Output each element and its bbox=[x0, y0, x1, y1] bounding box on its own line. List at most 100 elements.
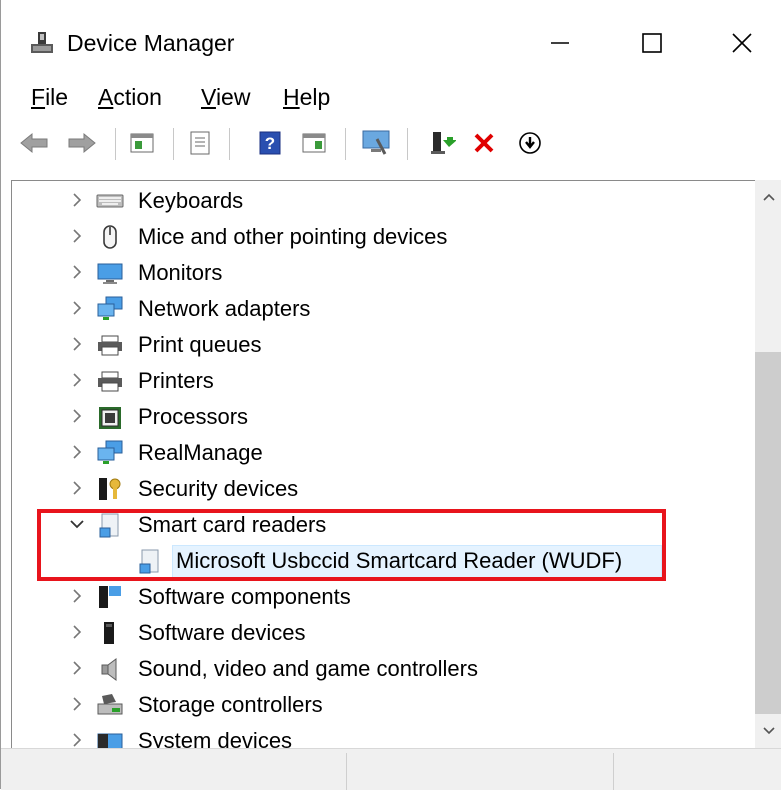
scroll-up-button[interactable] bbox=[755, 180, 781, 214]
title-bar[interactable]: Device Manager bbox=[1, 0, 781, 82]
forward-arrow-icon bbox=[68, 132, 96, 154]
uninstall-icon bbox=[474, 133, 494, 153]
svg-text:?: ? bbox=[265, 134, 275, 153]
chevron-right-icon[interactable] bbox=[66, 333, 88, 355]
maximize-button[interactable] bbox=[628, 22, 676, 64]
scroll-down-button[interactable] bbox=[755, 714, 781, 748]
security-key-icon bbox=[96, 476, 124, 502]
tree-category-item[interactable]: System devices bbox=[12, 723, 756, 749]
tree-category-item[interactable]: Sound, video and game controllers bbox=[12, 651, 756, 687]
system-devices-icon bbox=[96, 728, 124, 749]
help-button[interactable]: ? bbox=[253, 126, 287, 160]
menu-view-label: iew bbox=[215, 84, 251, 110]
chevron-right-icon[interactable] bbox=[66, 189, 88, 211]
tree-category-item[interactable]: Keyboards bbox=[12, 183, 756, 219]
disable-device-button[interactable] bbox=[513, 126, 547, 160]
network-adapter-icon bbox=[96, 440, 124, 466]
tree-item-label: Keyboards bbox=[138, 188, 244, 213]
chevron-up-icon bbox=[762, 193, 775, 201]
chevron-right-icon[interactable] bbox=[66, 369, 88, 391]
tree-item-label: Mice and other pointing devices bbox=[138, 224, 448, 249]
scan-hardware-button[interactable] bbox=[359, 126, 393, 160]
tree-item-label: RealManage bbox=[138, 440, 263, 465]
forward-button[interactable] bbox=[65, 126, 99, 160]
tree-item-label: Printers bbox=[138, 368, 214, 393]
minimize-button[interactable] bbox=[536, 22, 584, 64]
chevron-right-icon[interactable] bbox=[66, 225, 88, 247]
tree-category-item[interactable]: RealManage bbox=[12, 435, 756, 471]
toolbar-separator bbox=[115, 128, 116, 160]
update-driver-icon bbox=[431, 132, 456, 154]
status-bar bbox=[1, 748, 781, 790]
chevron-down-icon bbox=[762, 727, 775, 735]
tree-category-item[interactable]: Printers bbox=[12, 363, 756, 399]
menu-view-mnemonic: V bbox=[201, 84, 216, 110]
processor-icon bbox=[96, 404, 124, 430]
chevron-right-icon[interactable] bbox=[66, 441, 88, 463]
tree-category-item[interactable]: Processors bbox=[12, 399, 756, 435]
menu-view[interactable]: View bbox=[201, 84, 250, 111]
chevron-right-icon[interactable] bbox=[66, 585, 88, 607]
action-pane-button[interactable] bbox=[297, 126, 331, 160]
close-button[interactable] bbox=[718, 22, 766, 64]
device-manager-icon bbox=[29, 30, 55, 56]
toolbar-separator bbox=[345, 128, 346, 160]
software-component-icon bbox=[96, 584, 124, 610]
uninstall-button[interactable] bbox=[467, 126, 501, 160]
chevron-right-icon[interactable] bbox=[66, 405, 88, 427]
chevron-right-icon[interactable] bbox=[66, 729, 88, 749]
maximize-icon bbox=[642, 33, 662, 53]
menu-help-mnemonic: H bbox=[283, 84, 300, 110]
help-icon: ? bbox=[259, 131, 281, 155]
tree-category-item[interactable]: Software devices bbox=[12, 615, 756, 651]
menu-file[interactable]: File bbox=[31, 84, 68, 111]
menu-action-label: ction bbox=[113, 84, 162, 110]
tree-item-label: Print queues bbox=[138, 332, 262, 357]
scan-hardware-icon bbox=[362, 130, 390, 155]
toolbar-separator bbox=[407, 128, 408, 160]
network-adapter-icon bbox=[96, 296, 124, 322]
tree-category-item[interactable]: Print queues bbox=[12, 327, 756, 363]
device-tree: Keyboards Mice and other pointing devices… bbox=[11, 180, 756, 749]
software-device-icon bbox=[96, 620, 124, 646]
tree-category-item[interactable]: Network adapters bbox=[12, 291, 756, 327]
menu-help[interactable]: Help bbox=[283, 84, 330, 111]
tree-category-item[interactable]: Storage controllers bbox=[12, 687, 756, 723]
show-hide-console-tree-button[interactable] bbox=[125, 126, 159, 160]
tree-item-label: Sound, video and game controllers bbox=[138, 656, 478, 681]
tree-item-label: Software components bbox=[138, 584, 351, 609]
show-hide-console-tree-icon bbox=[130, 133, 154, 153]
menu-file-label: ile bbox=[45, 84, 69, 110]
back-button[interactable] bbox=[17, 126, 51, 160]
menu-file-mnemonic: F bbox=[31, 84, 46, 110]
chevron-right-icon[interactable] bbox=[66, 621, 88, 643]
vertical-scrollbar[interactable] bbox=[755, 180, 781, 748]
tree-category-item[interactable]: Mice and other pointing devices bbox=[12, 219, 756, 255]
tree-item-label: Processors bbox=[138, 404, 249, 429]
status-divider bbox=[346, 753, 347, 790]
update-driver-button[interactable] bbox=[425, 126, 459, 160]
status-divider bbox=[613, 753, 614, 790]
speaker-icon bbox=[96, 656, 124, 682]
mouse-icon bbox=[96, 224, 124, 250]
tree-item-label: Software devices bbox=[138, 620, 306, 645]
storage-controller-icon bbox=[96, 692, 124, 718]
menu-action-mnemonic: A bbox=[98, 84, 114, 110]
properties-button[interactable] bbox=[183, 126, 217, 160]
scroll-thumb[interactable] bbox=[755, 352, 781, 714]
chevron-right-icon[interactable] bbox=[66, 657, 88, 679]
menu-action[interactable]: Action bbox=[98, 84, 162, 111]
chevron-right-icon[interactable] bbox=[66, 477, 88, 499]
tree-item-label: Network adapters bbox=[138, 296, 311, 321]
chevron-right-icon[interactable] bbox=[66, 693, 88, 715]
keyboard-icon bbox=[96, 188, 124, 214]
tree-item-label: Security devices bbox=[138, 476, 299, 501]
minimize-icon bbox=[551, 42, 569, 44]
tree-category-item[interactable]: Monitors bbox=[12, 255, 756, 291]
printer-icon bbox=[96, 368, 124, 394]
tree-category-item[interactable]: Software components bbox=[12, 579, 756, 615]
chevron-right-icon[interactable] bbox=[66, 261, 88, 283]
highlight-box bbox=[37, 509, 666, 581]
tree-category-item[interactable]: Security devices bbox=[12, 471, 756, 507]
chevron-right-icon[interactable] bbox=[66, 297, 88, 319]
